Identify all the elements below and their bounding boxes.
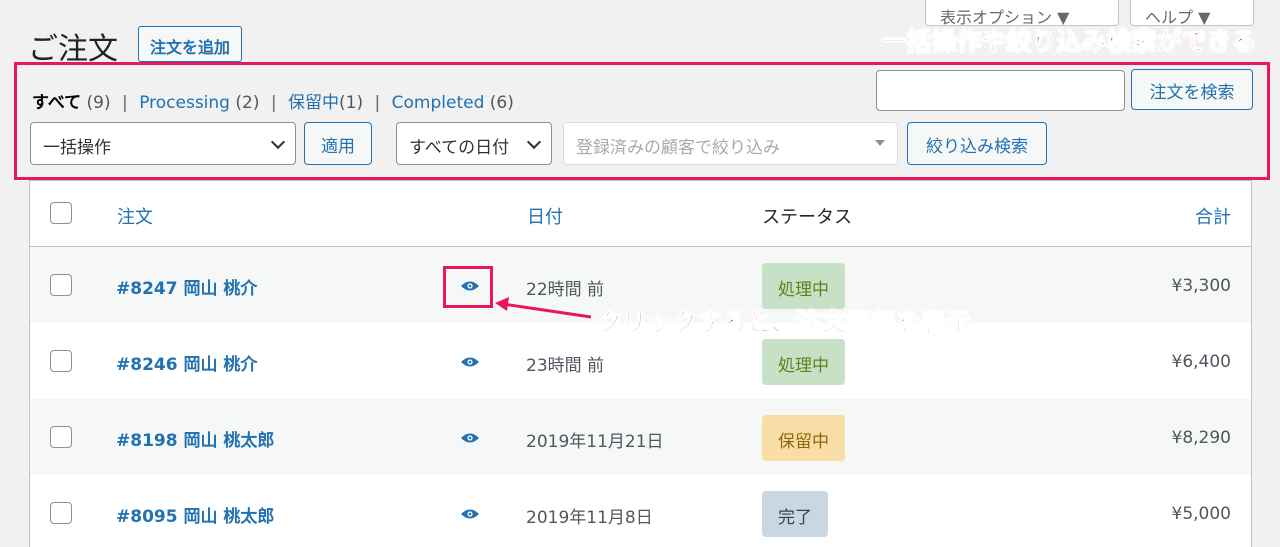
- order-total: ¥6,400: [1171, 352, 1231, 372]
- eye-icon[interactable]: [460, 508, 480, 520]
- order-link[interactable]: #8247 岡山 桃介: [116, 274, 257, 299]
- order-date: 2019年11月21日: [526, 432, 664, 452]
- orders-table: 注文 日付 ステータス 合計 #8247 岡山 桃介 22時間 前 処理中 ¥3…: [29, 180, 1252, 547]
- order-link[interactable]: #8246 岡山 桃介: [116, 350, 257, 375]
- table-row: #8095 岡山 桃太郎 2019年11月8日 完了 ¥5,000: [30, 475, 1251, 547]
- add-order-button[interactable]: 注文を追加: [138, 26, 243, 62]
- annotation-click-info: クリックすると、注文情報を表示: [596, 308, 972, 338]
- order-date: 2019年11月8日: [526, 508, 653, 528]
- annotation-bulk-filter: 一括操作や絞り込み検索ができる: [881, 27, 1257, 57]
- order-link[interactable]: #8095 岡山 桃太郎: [116, 502, 274, 527]
- annotation-arrow-icon: [495, 297, 592, 319]
- order-link[interactable]: #8198 岡山 桃太郎: [116, 426, 274, 451]
- row-checkbox[interactable]: [50, 274, 72, 296]
- status-badge: 完了: [762, 491, 828, 537]
- order-total: ¥3,300: [1171, 276, 1231, 296]
- order-total: ¥5,000: [1171, 504, 1231, 524]
- status-badge: 保留中: [762, 415, 845, 461]
- column-header-total[interactable]: 合計: [1195, 203, 1231, 229]
- annotation-eye-highlight: [443, 266, 493, 308]
- order-date: 23時間 前: [526, 356, 605, 376]
- select-all-checkbox[interactable]: [50, 202, 72, 224]
- table-header: 注文 日付 ステータス 合計: [30, 181, 1251, 247]
- eye-icon[interactable]: [460, 356, 480, 368]
- row-checkbox[interactable]: [50, 426, 72, 448]
- table-row: #8198 岡山 桃太郎 2019年11月21日 保留中 ¥8,290: [30, 399, 1251, 475]
- annotation-highlight-box: [14, 62, 1270, 180]
- order-total: ¥8,290: [1171, 428, 1231, 448]
- column-header-date[interactable]: 日付: [527, 203, 563, 229]
- status-badge: 処理中: [762, 339, 845, 385]
- eye-icon[interactable]: [460, 432, 480, 444]
- column-header-order[interactable]: 注文: [117, 203, 153, 229]
- column-header-status: ステータス: [762, 207, 852, 228]
- row-checkbox[interactable]: [50, 502, 72, 524]
- row-checkbox[interactable]: [50, 350, 72, 372]
